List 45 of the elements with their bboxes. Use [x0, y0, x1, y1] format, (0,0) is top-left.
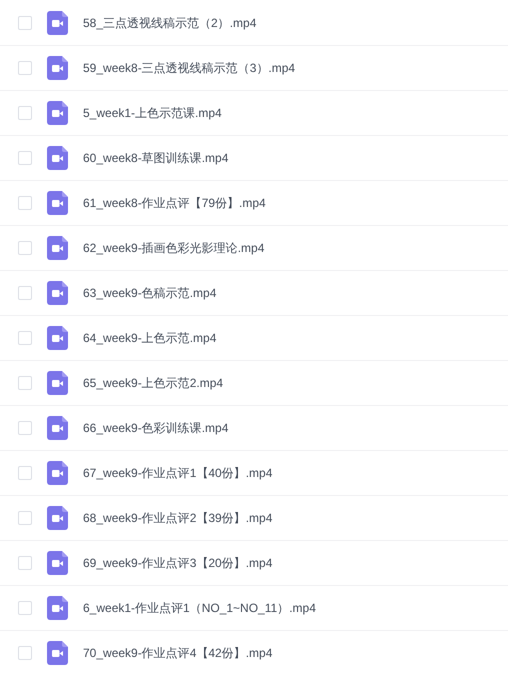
video-file-icon — [47, 461, 68, 485]
video-file-icon — [47, 596, 68, 620]
video-file-icon — [47, 326, 68, 350]
checkbox[interactable] — [18, 331, 32, 345]
checkbox[interactable] — [18, 286, 32, 300]
checkbox[interactable] — [18, 601, 32, 615]
video-file-icon — [47, 281, 68, 305]
checkbox[interactable] — [18, 466, 32, 480]
file-name[interactable]: 63_week9-色稿示范.mp4 — [83, 284, 216, 302]
video-file-icon — [47, 551, 68, 575]
file-name[interactable]: 65_week9-上色示范2.mp4 — [83, 374, 224, 392]
video-file-icon — [47, 101, 68, 125]
checkbox[interactable] — [18, 16, 32, 30]
checkbox[interactable] — [18, 556, 32, 570]
video-file-icon — [47, 11, 68, 35]
video-file-icon — [47, 641, 68, 665]
checkbox[interactable] — [18, 376, 32, 390]
checkbox[interactable] — [18, 151, 32, 165]
file-name[interactable]: 66_week9-色彩训练课.mp4 — [83, 419, 228, 437]
video-file-icon — [47, 191, 68, 215]
video-file-icon — [47, 146, 68, 170]
file-name[interactable]: 70_week9-作业点评4【42份】.mp4 — [83, 644, 272, 662]
file-name[interactable]: 67_week9-作业点评1【40份】.mp4 — [83, 464, 272, 482]
video-file-icon — [47, 236, 68, 260]
file-name[interactable]: 64_week9-上色示范.mp4 — [83, 329, 216, 347]
file-name[interactable]: 5_week1-上色示范课.mp4 — [83, 104, 222, 122]
video-file-icon — [47, 416, 68, 440]
file-name[interactable]: 6_week1-作业点评1（NO_1~NO_11）.mp4 — [83, 599, 316, 617]
checkbox[interactable] — [18, 61, 32, 75]
checkbox[interactable] — [18, 511, 32, 525]
file-name[interactable]: 58_三点透视线稿示范（2）.mp4 — [83, 14, 256, 32]
checkbox[interactable] — [18, 106, 32, 120]
file-name[interactable]: 61_week8-作业点评【79份】.mp4 — [83, 194, 266, 212]
checkbox[interactable] — [18, 646, 32, 660]
checkbox[interactable] — [18, 421, 32, 435]
checkbox[interactable] — [18, 241, 32, 255]
file-name[interactable]: 69_week9-作业点评3【20份】.mp4 — [83, 554, 272, 572]
file-name[interactable]: 68_week9-作业点评2【39份】.mp4 — [83, 509, 272, 527]
file-name[interactable]: 62_week9-插画色彩光影理论.mp4 — [83, 239, 264, 257]
video-file-icon — [47, 56, 68, 80]
video-file-icon — [47, 506, 68, 530]
video-file-icon — [47, 371, 68, 395]
checkbox[interactable] — [18, 196, 32, 210]
file-name[interactable]: 59_week8-三点透视线稿示范（3）.mp4 — [83, 59, 296, 77]
file-name[interactable]: 60_week8-草图训练课.mp4 — [83, 149, 228, 167]
